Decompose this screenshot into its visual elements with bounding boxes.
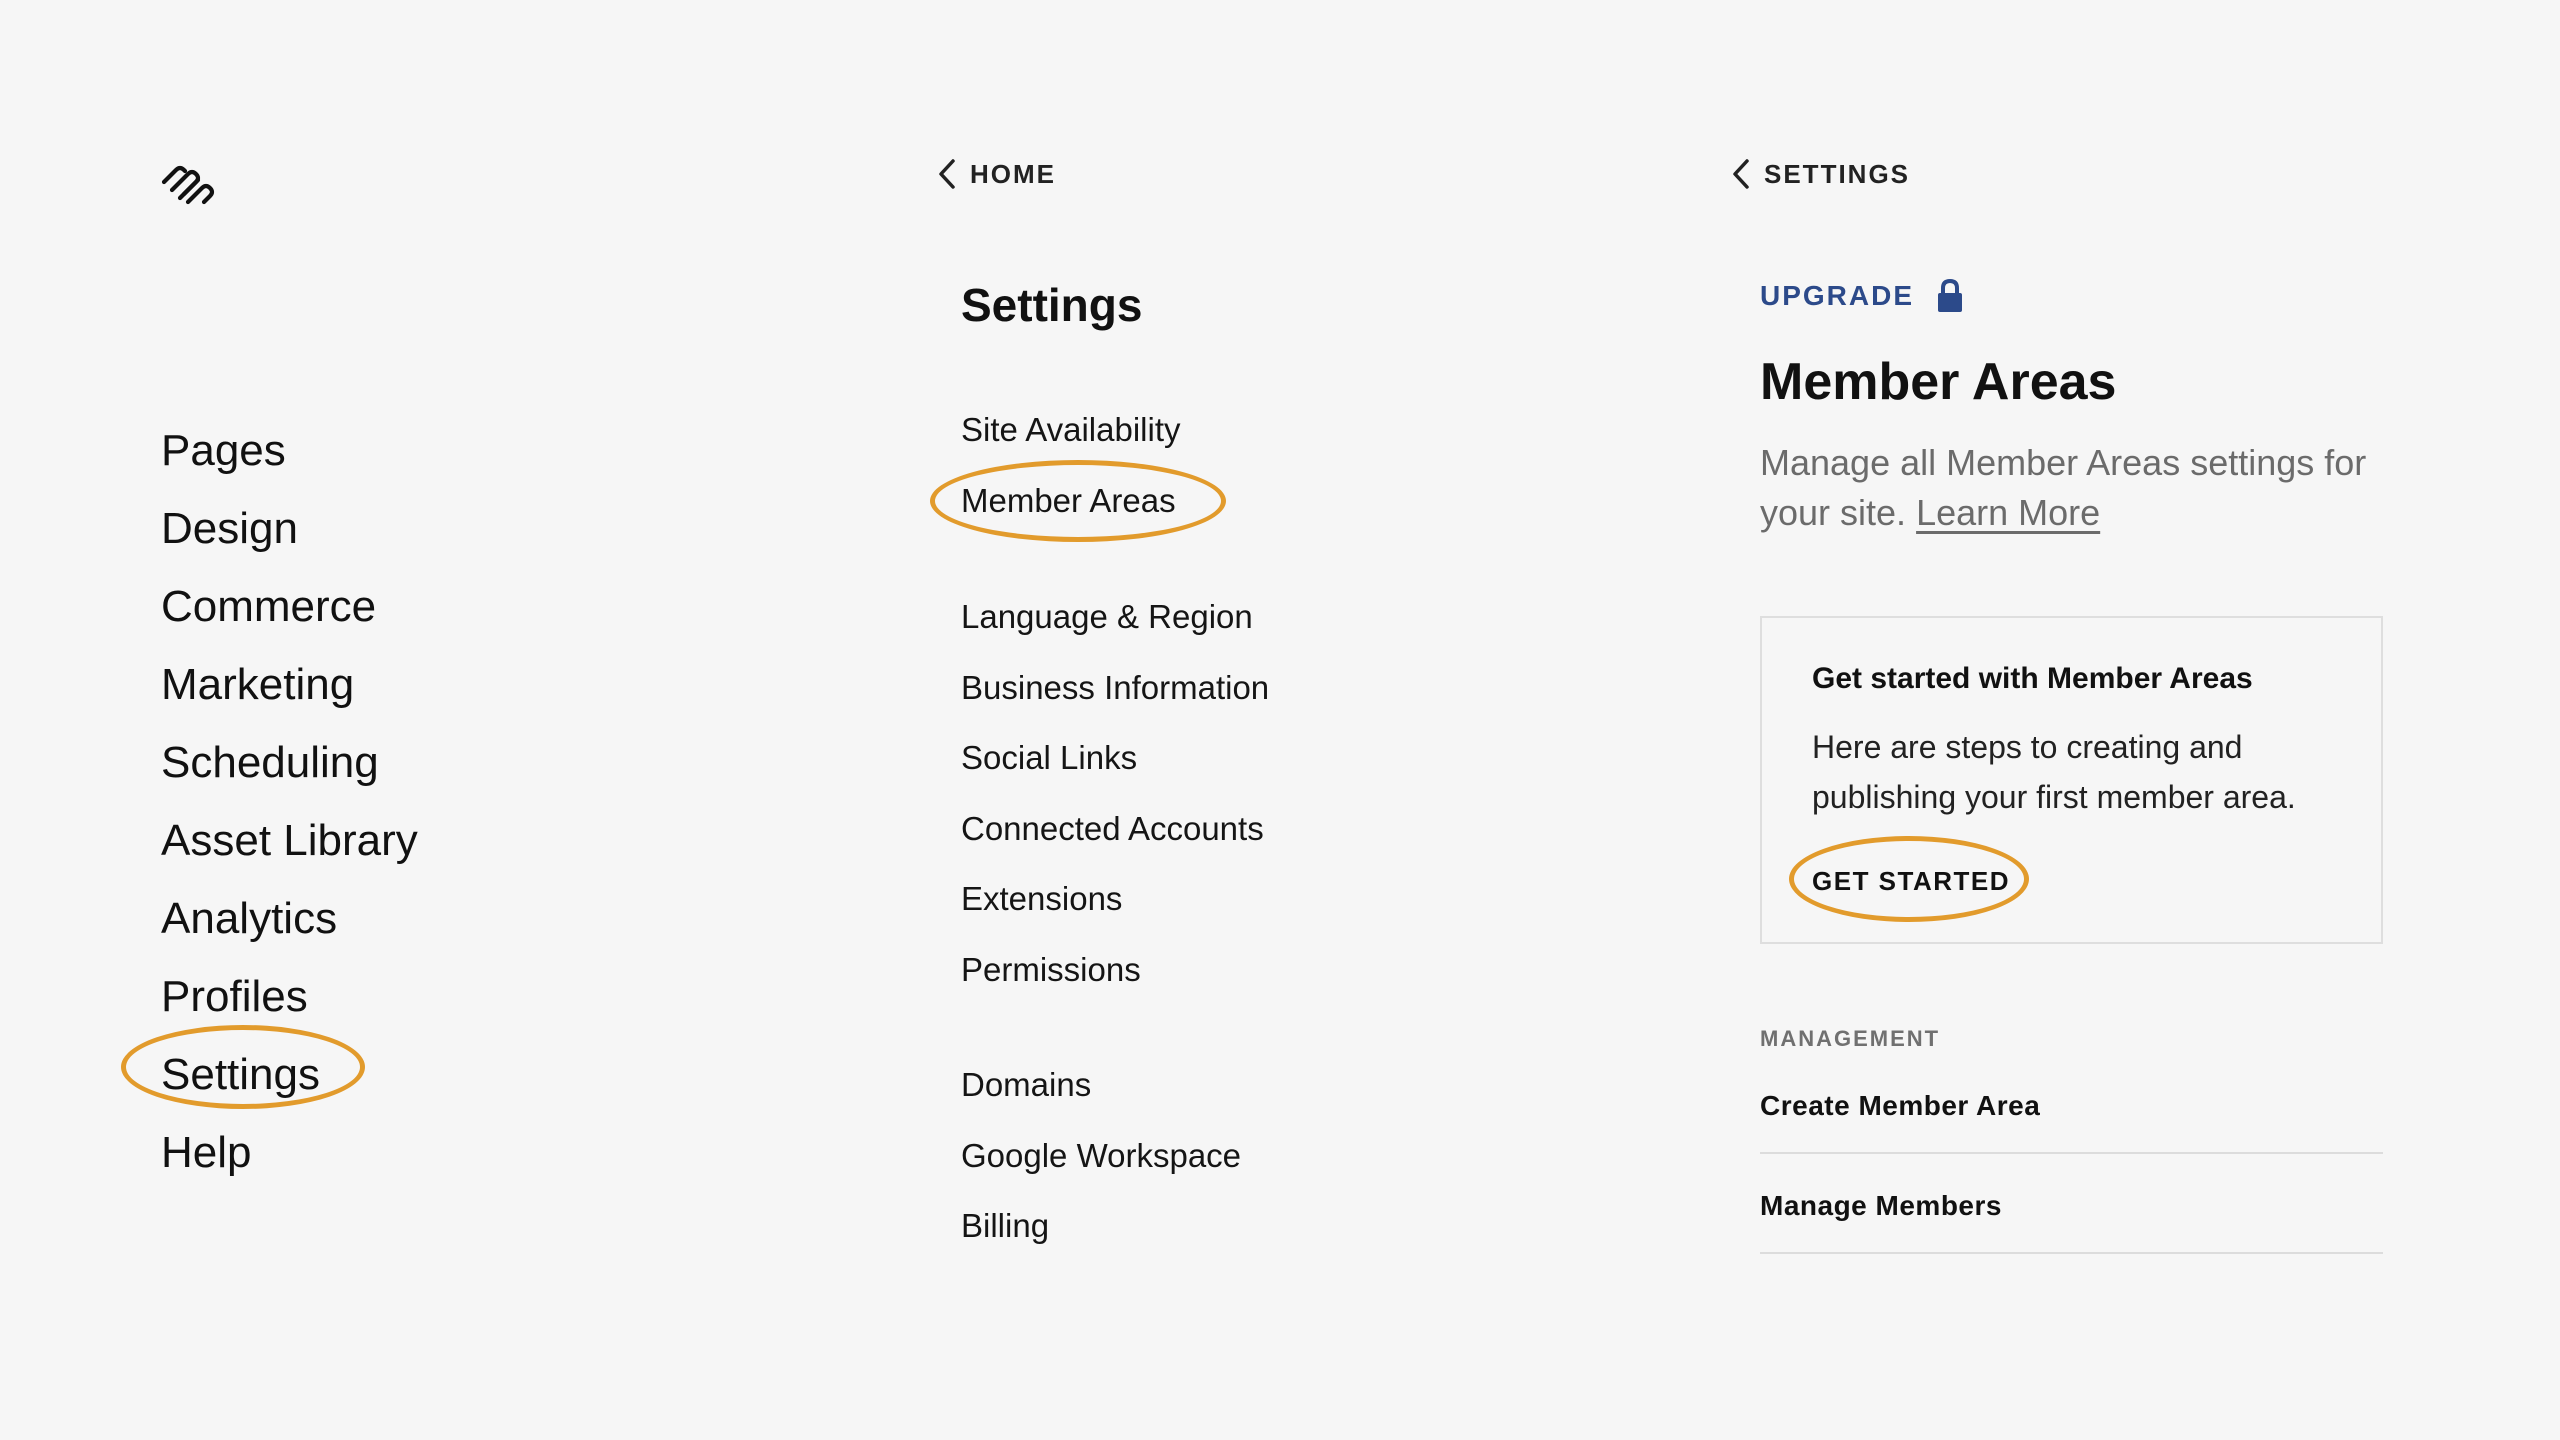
back-to-home-link[interactable]: HOME (936, 158, 1056, 190)
chevron-left-icon (1733, 159, 1749, 189)
main-nav: Pages Design Commerce Marketing Scheduli… (161, 412, 418, 1192)
learn-more-link[interactable]: Learn More (1916, 492, 2100, 533)
settings-item-domains[interactable]: Domains (961, 1050, 1241, 1121)
settings-item-permissions[interactable]: Permissions (961, 935, 1269, 1006)
nav-item-scheduling[interactable]: Scheduling (161, 724, 418, 802)
nav-item-pages[interactable]: Pages (161, 412, 418, 490)
settings-item-site-availability[interactable]: Site Availability (961, 395, 1181, 466)
settings-group-site: Language & Region Business Information S… (961, 582, 1269, 1005)
settings-item-billing[interactable]: Billing (961, 1191, 1241, 1262)
upgrade-link[interactable]: UPGRADE (1760, 278, 1964, 314)
settings-item-extensions[interactable]: Extensions (961, 864, 1269, 935)
back-label: SETTINGS (1764, 158, 1911, 189)
settings-item-google-workspace[interactable]: Google Workspace (961, 1121, 1241, 1192)
card-title: Get started with Member Areas (1812, 662, 2253, 695)
squarespace-logo-icon[interactable] (158, 160, 218, 210)
manage-members-item[interactable]: Manage Members (1760, 1154, 2383, 1254)
settings-group-billing: Domains Google Workspace Billing (961, 1050, 1241, 1262)
lock-icon (1938, 278, 1963, 312)
nav-item-marketing[interactable]: Marketing (161, 646, 418, 724)
settings-item-member-areas[interactable]: Member Areas (961, 466, 1181, 537)
settings-item-language-region[interactable]: Language & Region (961, 582, 1269, 653)
nav-item-analytics[interactable]: Analytics (161, 880, 418, 958)
upgrade-label: UPGRADE (1760, 280, 1915, 311)
settings-group-general: Site Availability Member Areas (961, 395, 1181, 536)
settings-item-connected-accounts[interactable]: Connected Accounts (961, 794, 1269, 865)
nav-item-settings[interactable]: Settings (161, 1036, 418, 1114)
get-started-button[interactable]: GET STARTED (1812, 866, 2010, 897)
nav-item-design[interactable]: Design (161, 490, 418, 568)
get-started-card: Get started with Member Areas Here are s… (1760, 616, 2383, 944)
card-body: Here are steps to creating and publishin… (1812, 729, 2296, 815)
settings-item-social-links[interactable]: Social Links (961, 723, 1269, 794)
management-list: Create Member Area Manage Members (1760, 1054, 2383, 1254)
nav-item-profiles[interactable]: Profiles (161, 958, 418, 1036)
page-title: Settings (961, 279, 1143, 331)
management-section-label: MANAGEMENT (1760, 1026, 1941, 1051)
nav-item-help[interactable]: Help (161, 1114, 418, 1192)
create-member-area-item[interactable]: Create Member Area (1760, 1054, 2383, 1154)
settings-item-business-information[interactable]: Business Information (961, 653, 1269, 724)
member-areas-title: Member Areas (1760, 353, 2117, 411)
chevron-left-icon (939, 159, 955, 189)
nav-item-commerce[interactable]: Commerce (161, 568, 418, 646)
member-areas-description: Manage all Member Areas settings for you… (1760, 438, 2400, 538)
back-label: HOME (970, 158, 1056, 189)
nav-item-asset-library[interactable]: Asset Library (161, 802, 418, 880)
back-to-settings-link[interactable]: SETTINGS (1730, 158, 1910, 190)
